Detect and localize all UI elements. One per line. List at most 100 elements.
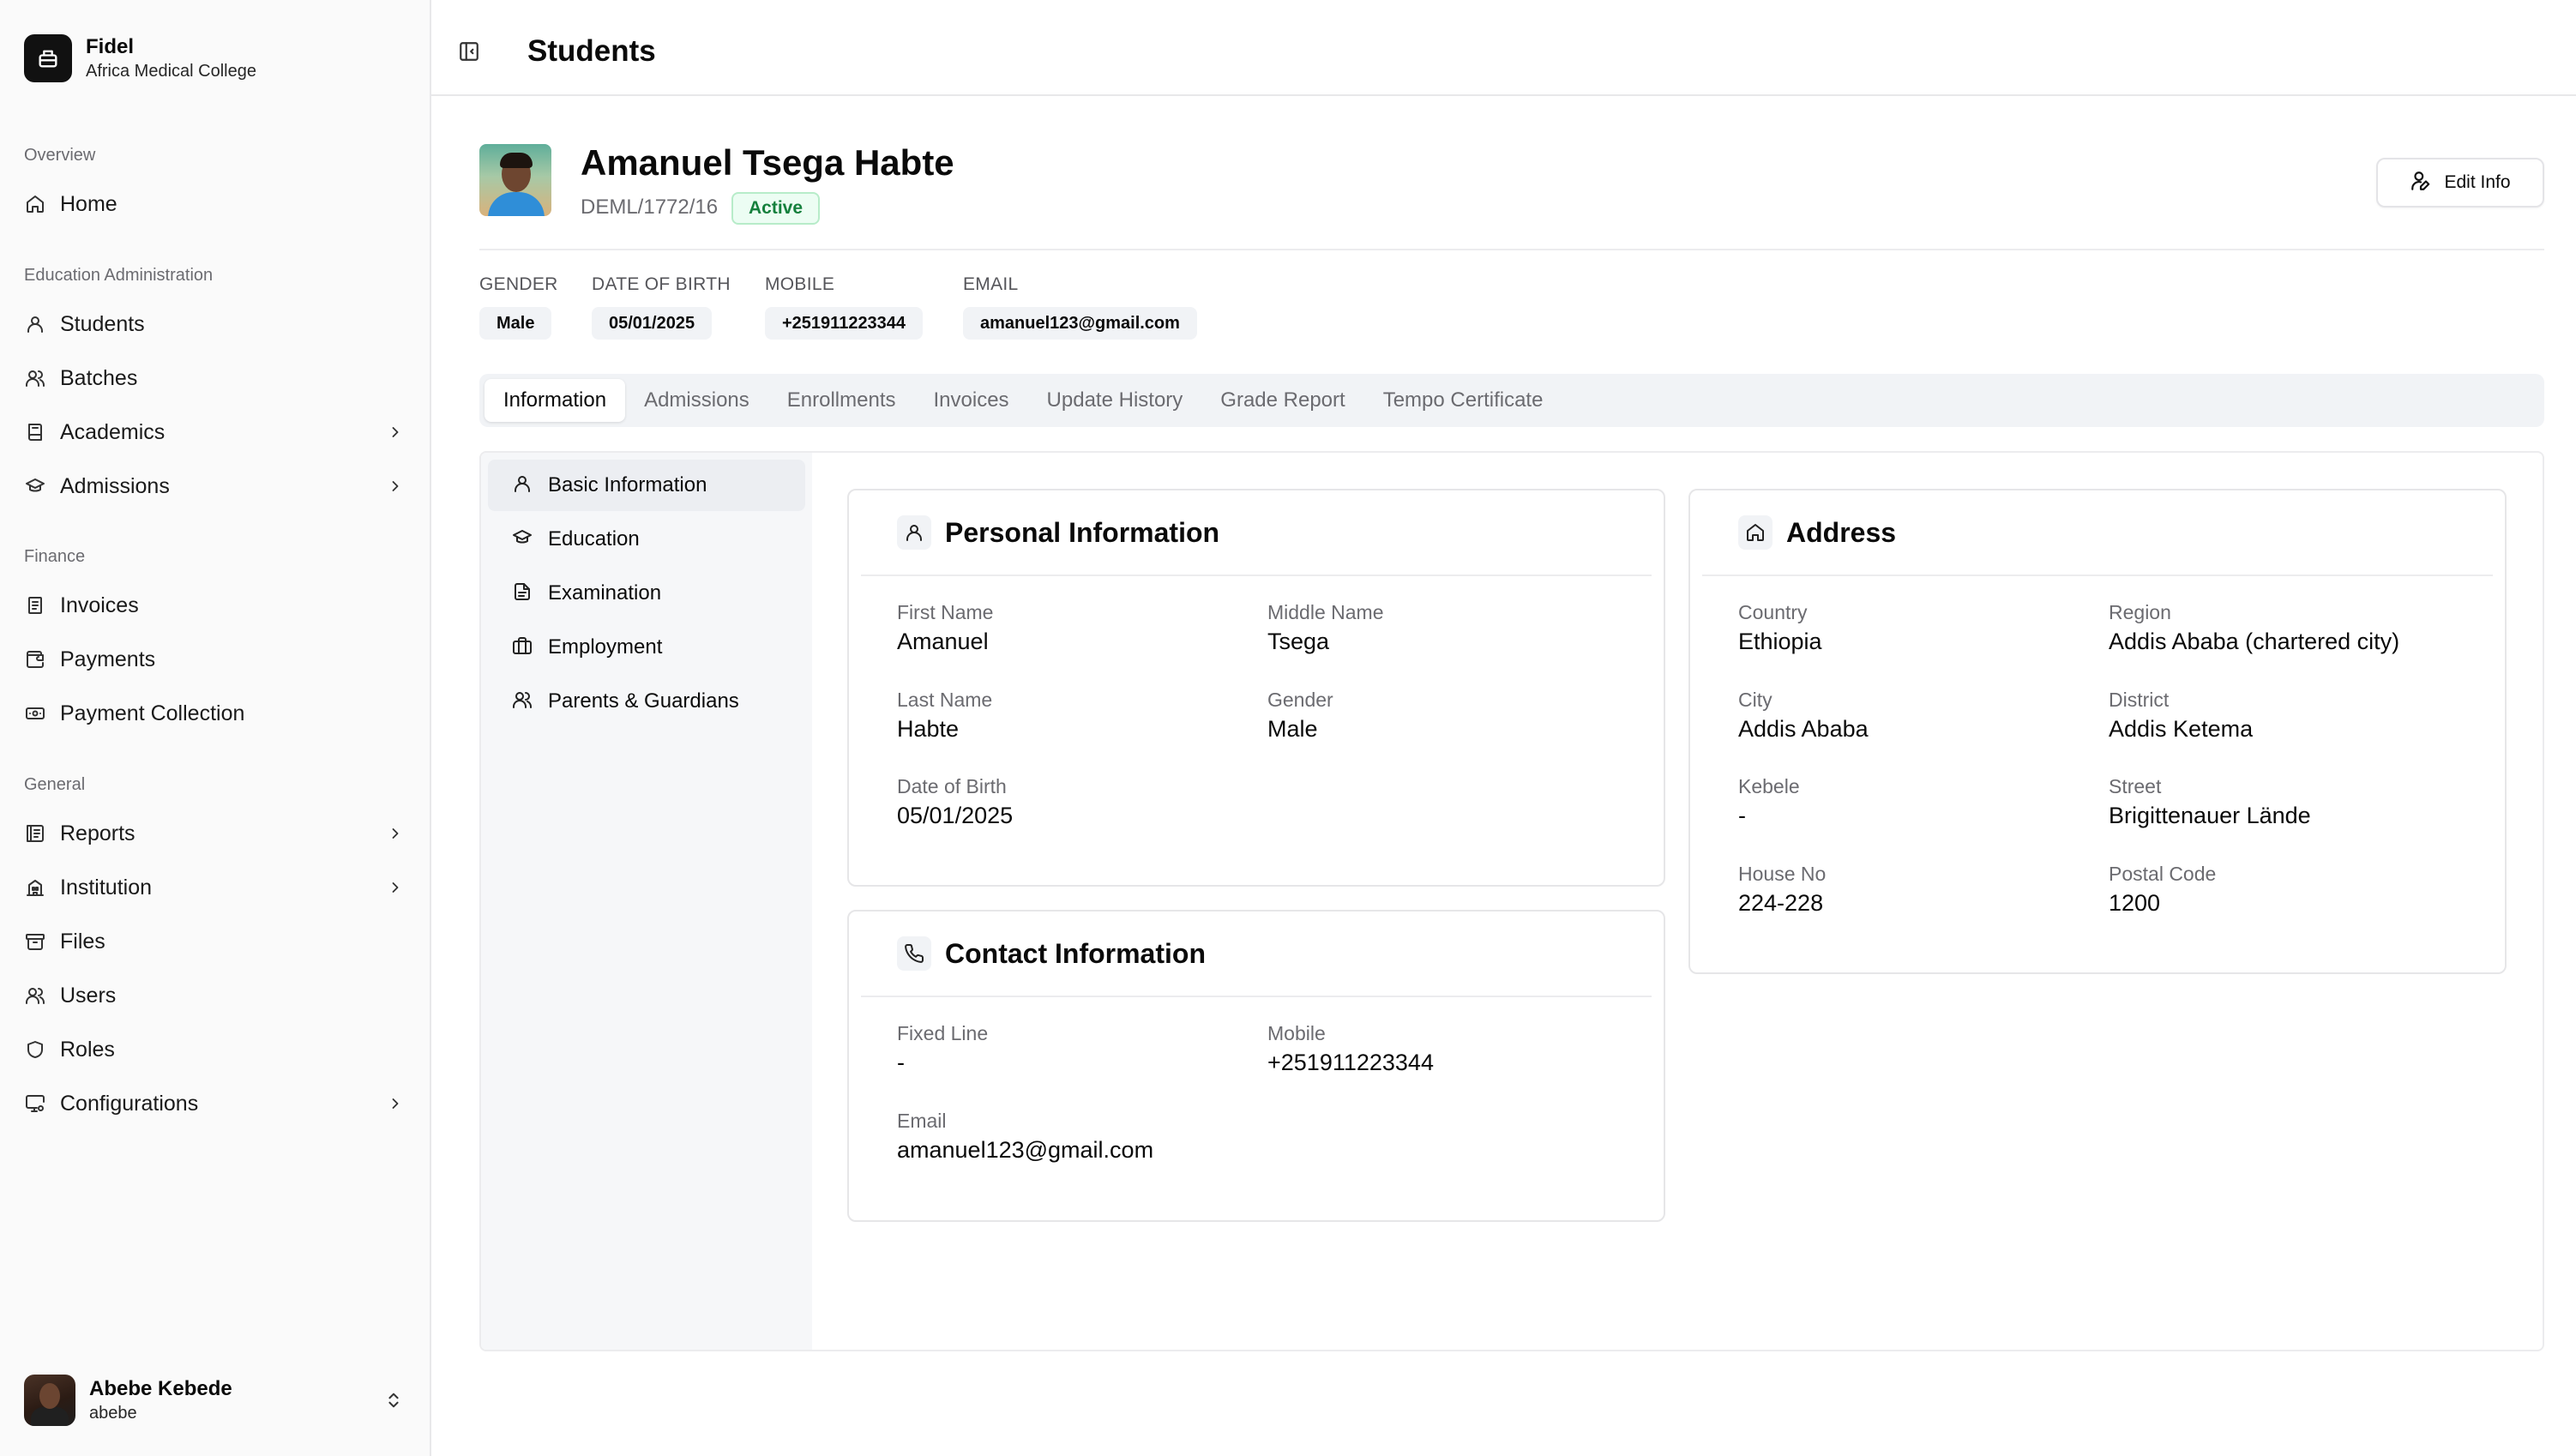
sidebar-item-home[interactable]: Home xyxy=(24,184,406,225)
tab-invoices[interactable]: Invoices xyxy=(915,379,1028,422)
fact-mobile: MOBILE +251911223344 xyxy=(765,274,924,340)
field-label: Last Name xyxy=(897,689,993,711)
fact-dob: DATE OF BIRTH 05/01/2025 xyxy=(592,274,731,340)
subnav-education[interactable]: Education xyxy=(488,514,805,565)
users-icon xyxy=(512,689,533,714)
tab-update-history[interactable]: Update History xyxy=(1028,379,1202,422)
subnav-examination[interactable]: Examination xyxy=(488,568,805,619)
sidebar-item-label: Roles xyxy=(60,1037,115,1062)
chevron-right-icon xyxy=(384,475,406,497)
card-title: Contact Information xyxy=(945,937,1206,969)
sidebar-item-payments[interactable]: Payments xyxy=(24,639,406,680)
field-value: amanuel123@gmail.com xyxy=(897,1137,1154,1163)
field-label: City xyxy=(1738,689,1773,711)
field-date-of-birth: Date of Birth 05/01/2025 xyxy=(897,774,1013,831)
avatar xyxy=(24,1375,75,1426)
field-city: City Addis Ababa xyxy=(1738,688,1869,744)
field-value: 224-228 xyxy=(1738,890,1824,916)
briefcase-icon xyxy=(512,635,533,660)
field-label: First Name xyxy=(897,601,994,623)
sidebar-item-label: Configurations xyxy=(60,1091,199,1116)
nav-group-education: Education Administration xyxy=(24,266,214,285)
sidebar-item-reports[interactable]: Reports xyxy=(24,813,406,854)
user-pen-icon xyxy=(2410,170,2432,196)
sidebar-item-payment-collection[interactable]: Payment Collection xyxy=(24,693,406,734)
home-icon xyxy=(24,193,46,215)
field-kebele: Kebele - xyxy=(1738,774,1800,831)
fact-gender: GENDER Male xyxy=(479,274,558,340)
sidebar-item-label: Reports xyxy=(60,821,135,845)
student-id: DEML/1772/16 xyxy=(581,196,719,219)
nav-group-general: General xyxy=(24,775,86,794)
tab-grade-report[interactable]: Grade Report xyxy=(1201,379,1363,422)
sidebar-item-label: Payment Collection xyxy=(60,701,245,725)
tab-admissions[interactable]: Admissions xyxy=(625,379,768,422)
field-gender: Gender Male xyxy=(1267,688,1333,744)
student-name: Amanuel Tsega Habte xyxy=(581,142,954,183)
chevron-right-icon xyxy=(384,1092,406,1115)
archive-icon xyxy=(24,930,46,953)
user-icon xyxy=(897,515,931,550)
brand[interactable]: Fidel Africa Medical College xyxy=(24,34,256,82)
sidebar-item-roles[interactable]: Roles xyxy=(24,1029,406,1070)
top-bar: Students xyxy=(431,0,2576,96)
status-badge: Active xyxy=(731,192,821,225)
field-value: Tsega xyxy=(1267,629,1330,654)
field-mobile: Mobile +251911223344 xyxy=(1267,1021,1434,1078)
building-icon xyxy=(24,876,46,899)
field-email: Email amanuel123@gmail.com xyxy=(897,1109,1153,1165)
sidebar-item-admissions[interactable]: Admissions xyxy=(24,466,406,507)
field-value: 05/01/2025 xyxy=(897,803,1014,828)
sidebar-item-label: Admissions xyxy=(60,473,170,498)
subnav-label: Basic Information xyxy=(548,473,707,496)
sidebar-item-label: Invoices xyxy=(60,593,139,617)
chevron-right-icon xyxy=(384,876,406,899)
sidebar-toggle-icon[interactable] xyxy=(457,39,481,63)
edit-info-button[interactable]: Edit Info xyxy=(2376,158,2544,208)
sidebar-item-batches[interactable]: Batches xyxy=(24,358,406,399)
tab-bar: Information Admissions Enrollments Invoi… xyxy=(479,374,2544,427)
field-postal-code: Postal Code 1200 xyxy=(2109,862,2216,918)
fact-email: EMAIL amanuel123@gmail.com xyxy=(963,274,1197,340)
card-header: Contact Information xyxy=(861,912,1652,997)
subnav-parents-guardians[interactable]: Parents & Guardians xyxy=(488,676,805,727)
sidebar-item-label: Home xyxy=(60,191,117,216)
info-subnav: Basic Information Education Examination … xyxy=(481,453,812,1350)
banknote-icon xyxy=(24,702,46,725)
profile-photo xyxy=(479,144,551,216)
information-panel: Basic Information Education Examination … xyxy=(479,451,2544,1351)
subnav-basic-information[interactable]: Basic Information xyxy=(488,460,805,511)
main-content: Students Amanuel Tsega Habte DEML/1772/1… xyxy=(431,0,2576,1456)
card-header: Address xyxy=(1702,490,2493,576)
user-handle: abebe xyxy=(89,1404,137,1423)
sidebar-item-academics[interactable]: Academics xyxy=(24,412,406,453)
sidebar-item-students[interactable]: Students xyxy=(24,304,406,345)
file-text-icon xyxy=(512,581,533,606)
field-first-name: First Name Amanuel xyxy=(897,600,993,657)
sidebar-item-invoices[interactable]: Invoices xyxy=(24,585,406,626)
user-menu[interactable]: Abebe Kebede abebe xyxy=(24,1370,406,1430)
tab-enrollments[interactable]: Enrollments xyxy=(768,379,915,422)
sidebar-item-users[interactable]: Users xyxy=(24,975,406,1016)
book-icon xyxy=(24,421,46,443)
brand-name: Fidel xyxy=(86,35,135,58)
field-value: - xyxy=(897,1050,905,1075)
field-value: Addis Ababa (chartered city) xyxy=(2109,629,2400,654)
tab-information[interactable]: Information xyxy=(485,379,626,422)
sidebar-item-files[interactable]: Files xyxy=(24,921,406,962)
sidebar-item-institution[interactable]: Institution xyxy=(24,867,406,908)
chevrons-up-down-icon[interactable] xyxy=(381,1387,406,1413)
edit-info-label: Edit Info xyxy=(2444,172,2511,192)
fact-value: 05/01/2025 xyxy=(592,307,713,340)
card-header: Personal Information xyxy=(861,490,1652,576)
field-fixed-line: Fixed Line - xyxy=(897,1021,988,1078)
sidebar-item-configurations[interactable]: Configurations xyxy=(24,1083,406,1124)
phone-icon xyxy=(897,936,931,971)
field-label: Postal Code xyxy=(2109,863,2217,885)
tab-tempo-certificate[interactable]: Tempo Certificate xyxy=(1364,379,1562,422)
sidebar-item-label: Students xyxy=(60,311,145,336)
address-card: Address Country Ethiopia Region Addis Ab… xyxy=(1688,489,2507,974)
fact-value: amanuel123@gmail.com xyxy=(963,307,1197,340)
subnav-employment[interactable]: Employment xyxy=(488,622,805,673)
sidebar-item-label: Batches xyxy=(60,365,138,390)
